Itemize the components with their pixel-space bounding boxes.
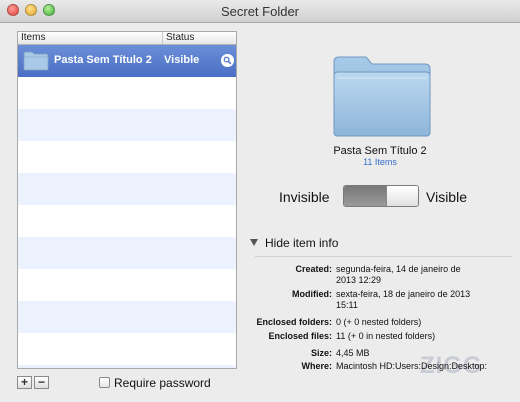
modified-line-1: sexta-feira, 18 de janeiro de 2013 [336, 289, 471, 299]
selected-folder-item-count: 11 Items [363, 157, 397, 167]
created-label: Created: [295, 264, 332, 274]
list-empty-row [18, 173, 236, 205]
require-password-checkbox[interactable] [99, 377, 110, 388]
toggle-knob[interactable] [386, 186, 418, 206]
size-label: Size: [310, 348, 332, 358]
disclosure-triangle-icon[interactable] [250, 239, 258, 246]
enclosed-folders-label: Enclosed folders: [256, 317, 332, 327]
invisible-label: Invisible [279, 189, 330, 205]
hide-item-info-label: Hide item info [265, 236, 339, 250]
enclosed-files-value: 11 (+ 0 in nested folders) [336, 331, 436, 341]
list-empty-row [18, 365, 236, 368]
remove-item-button[interactable]: − [34, 376, 49, 389]
folder-icon [23, 51, 49, 71]
enclosed-files-label: Enclosed files: [268, 331, 332, 341]
list-item[interactable]: Pasta Sem Título 2 Visible [18, 45, 236, 77]
title-bar: Secret Folder [0, 0, 520, 23]
where-value: Macintosh HD:Users:Design:Desktop: [336, 361, 488, 371]
app-window: Secret Folder Items Status Pasta Sem Tít… [0, 0, 520, 402]
modified-label: Modified: [292, 289, 332, 299]
toggle-track [344, 186, 386, 206]
where-label: Where: [301, 361, 332, 371]
modified-value: sexta-feira, 18 de janeiro de 2013 15:11 [336, 289, 504, 311]
created-line-1: segunda-feira, 14 de janeiro de [336, 264, 461, 274]
items-list[interactable]: Items Status Pasta Sem Título 2 Visible [17, 31, 237, 369]
add-item-button[interactable]: + [17, 376, 32, 389]
created-value: segunda-feira, 14 de janeiro de 2013 12:… [336, 264, 504, 286]
column-header-items[interactable]: Items [21, 32, 45, 44]
visible-label: Visible [426, 189, 467, 205]
selected-folder-name: Pasta Sem Título 2 [333, 145, 427, 157]
reveal-magnifier-icon[interactable] [221, 54, 234, 67]
modified-line-2: 15:11 [336, 300, 358, 310]
item-status: Visible [164, 54, 200, 66]
list-header: Items Status [18, 32, 236, 45]
column-header-status[interactable]: Status [162, 32, 194, 44]
divider [255, 256, 512, 257]
visibility-toggle[interactable] [343, 185, 419, 207]
window-title: Secret Folder [220, 4, 300, 19]
large-folder-icon [333, 56, 431, 137]
created-line-2: 2013 12:29 [336, 275, 382, 285]
require-password-label: Require password [114, 376, 211, 390]
list-empty-row [18, 301, 236, 333]
list-empty-row [18, 237, 236, 269]
item-name: Pasta Sem Título 2 [54, 54, 152, 66]
list-empty-row [18, 109, 236, 141]
enclosed-folders-value: 0 (+ 0 nested folders) [336, 317, 422, 327]
